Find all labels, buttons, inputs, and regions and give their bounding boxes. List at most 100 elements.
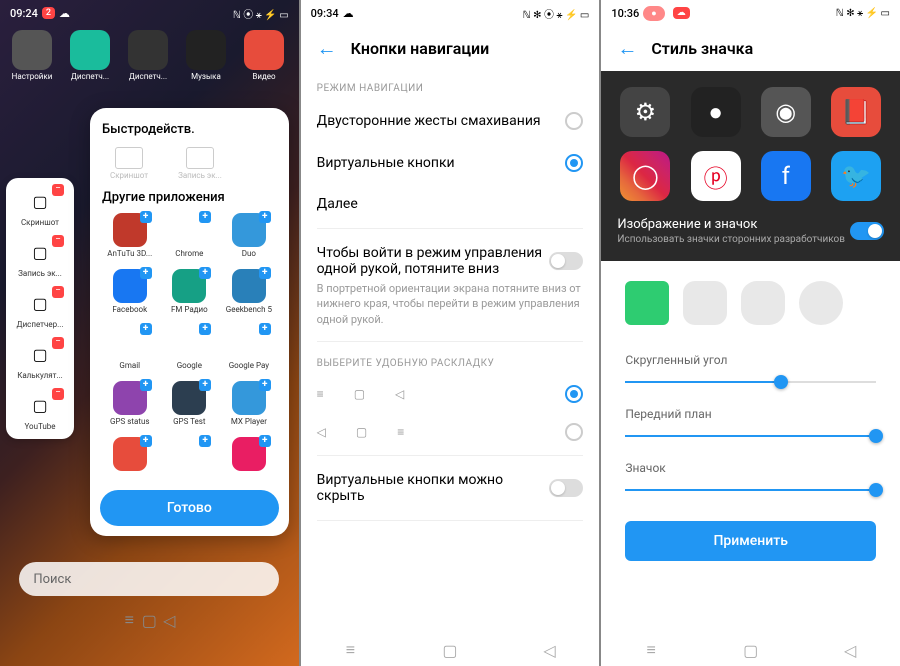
panel-sub: Использовать значки сторонних разработчи… xyxy=(617,234,845,245)
smart-sidebar[interactable]: −▢Скриншот −▢Запись эк... −▢Диспетчер... −▢… xyxy=(6,178,74,439)
app-item[interactable]: +Google Pay xyxy=(219,325,279,377)
add-icon[interactable]: + xyxy=(140,267,152,279)
app-item[interactable]: +GPS status xyxy=(100,381,160,433)
slider[interactable] xyxy=(625,435,876,437)
add-icon[interactable]: + xyxy=(199,435,211,447)
sidebar-item[interactable]: −▢Диспетчер... xyxy=(10,288,70,329)
sidebar-item[interactable]: −▢Запись эк... xyxy=(10,237,70,278)
back-icon[interactable]: ← xyxy=(317,36,337,61)
app-item[interactable]: +Google xyxy=(160,325,220,377)
nav-menu-icon[interactable]: ≡ xyxy=(119,610,139,630)
nav-home-icon[interactable]: ▢ xyxy=(741,640,761,660)
shape-option[interactable] xyxy=(799,281,843,325)
home-app[interactable]: Видео xyxy=(240,30,288,81)
option-more[interactable]: Далее xyxy=(301,184,600,224)
app-item[interactable]: +MX Player xyxy=(219,381,279,433)
app-item[interactable]: +Gmail xyxy=(100,325,160,377)
app-item[interactable]: + xyxy=(100,437,160,480)
status-icons: ℕ ✻ ⦿ ⚹ ⚡ ▭ xyxy=(523,6,590,21)
shape-option[interactable] xyxy=(625,281,669,325)
section-label: ВЫБЕРИТЕ УДОБНУЮ РАСКЛАДКУ xyxy=(301,346,600,375)
option-gestures[interactable]: Двусторонние жесты смахивания xyxy=(301,100,600,142)
quick-action[interactable]: Запись эк... xyxy=(178,147,222,180)
quick-actions: Скриншот Запись эк... xyxy=(100,141,279,186)
app-item[interactable]: + xyxy=(219,437,279,480)
sidebar-item[interactable]: −▢YouTube xyxy=(10,390,70,431)
settings-icon: ⚙ xyxy=(620,87,670,137)
app-item[interactable]: +FM Радио xyxy=(160,269,220,321)
nav-back-icon[interactable]: ◁ xyxy=(840,640,860,660)
facebook-icon: f xyxy=(761,151,811,201)
sidebar-item[interactable]: −▢Скриншот xyxy=(10,186,70,227)
radio-icon[interactable] xyxy=(565,112,583,130)
app-item[interactable]: +Facebook xyxy=(100,269,160,321)
add-icon[interactable]: + xyxy=(259,267,271,279)
app-item[interactable]: +GPS Test xyxy=(160,381,220,433)
back-icon[interactable]: ← xyxy=(617,36,637,61)
nav-menu-icon[interactable]: ≡ xyxy=(641,640,661,660)
apply-button[interactable]: Применить xyxy=(625,521,876,561)
add-icon[interactable]: + xyxy=(140,379,152,391)
home-app[interactable]: Музыка xyxy=(182,30,230,81)
icon-preview-panel: ⚙ ● ◉ 📕 ◯ ⓟ f 🐦 Изображение и значок Исп… xyxy=(601,71,900,261)
app-item[interactable]: +AnTuTu 3D... xyxy=(100,213,160,265)
layout-option-2[interactable]: ◁▢≡ xyxy=(301,413,600,451)
shape-option[interactable] xyxy=(741,281,785,325)
add-icon[interactable]: + xyxy=(199,379,211,391)
quick-action[interactable]: Скриншот xyxy=(110,147,148,180)
nav-bar: ≡ ▢ ◁ xyxy=(601,634,900,666)
add-icon[interactable]: + xyxy=(140,435,152,447)
shape-option[interactable] xyxy=(683,281,727,325)
add-icon[interactable]: + xyxy=(199,267,211,279)
remove-icon[interactable]: − xyxy=(52,286,64,298)
toggle-icon[interactable] xyxy=(549,252,583,270)
radio-icon[interactable] xyxy=(565,385,583,403)
add-icon[interactable]: + xyxy=(199,211,211,223)
music-icon: ● xyxy=(691,87,741,137)
nav-bar: ≡ ▢ ◁ xyxy=(119,604,179,636)
nav-home-icon[interactable]: ▢ xyxy=(139,610,159,630)
hide-buttons-row[interactable]: Виртуальные кнопки можно скрыть xyxy=(301,460,600,516)
phone-nav-settings: 09:34 ☁ ℕ ✻ ⦿ ⚹ ⚡ ▭ ← Кнопки навигации Р… xyxy=(301,0,600,666)
twitter-icon: 🐦 xyxy=(831,151,881,201)
app-item[interactable]: +Chrome xyxy=(160,213,220,265)
remove-icon[interactable]: − xyxy=(52,337,64,349)
notification-badge: 2 xyxy=(42,7,55,19)
add-icon[interactable]: + xyxy=(140,211,152,223)
add-icon[interactable]: + xyxy=(199,323,211,335)
nav-menu-icon[interactable]: ≡ xyxy=(340,640,360,660)
slider[interactable] xyxy=(625,489,876,491)
nav-home-icon[interactable]: ▢ xyxy=(440,640,460,660)
sidebar-item[interactable]: −▢Калькулят... xyxy=(10,339,70,380)
toggle-icon[interactable] xyxy=(549,479,583,497)
remove-icon[interactable]: − xyxy=(52,235,64,247)
nav-back-icon[interactable]: ◁ xyxy=(159,610,179,630)
done-button[interactable]: Готово xyxy=(100,490,279,526)
radio-icon[interactable] xyxy=(565,154,583,172)
home-app[interactable]: Диспетч... xyxy=(124,30,172,81)
app-item[interactable]: +Duo xyxy=(219,213,279,265)
app-item[interactable]: + xyxy=(160,437,220,480)
add-icon[interactable]: + xyxy=(140,323,152,335)
slider[interactable] xyxy=(625,381,876,383)
dock: Поиск ≡ ▢ ◁ xyxy=(0,556,299,666)
toggle-icon[interactable] xyxy=(850,222,884,240)
option-virtual-buttons[interactable]: Виртуальные кнопки xyxy=(301,142,600,184)
add-icon[interactable]: + xyxy=(259,435,271,447)
app-item[interactable]: +Geekbench 5 xyxy=(219,269,279,321)
add-icon[interactable]: + xyxy=(259,323,271,335)
add-icon[interactable]: + xyxy=(259,211,271,223)
home-app[interactable]: Диспетч... xyxy=(66,30,114,81)
search-bar[interactable]: Поиск xyxy=(19,562,279,596)
camera-icon: ◉ xyxy=(761,87,811,137)
remove-icon[interactable]: − xyxy=(52,388,64,400)
layout-option-1[interactable]: ≡▢◁ xyxy=(301,375,600,413)
shape-picker xyxy=(601,261,900,345)
home-app[interactable]: Настройки xyxy=(8,30,56,81)
nav-back-icon[interactable]: ◁ xyxy=(540,640,560,660)
add-icon[interactable]: + xyxy=(259,379,271,391)
remove-icon[interactable]: − xyxy=(52,184,64,196)
use-third-party-row[interactable]: Изображение и значок Использовать значки… xyxy=(617,217,884,245)
one-hand-row[interactable]: Чтобы войти в режим управления одной рук… xyxy=(301,233,600,281)
radio-icon[interactable] xyxy=(565,423,583,441)
